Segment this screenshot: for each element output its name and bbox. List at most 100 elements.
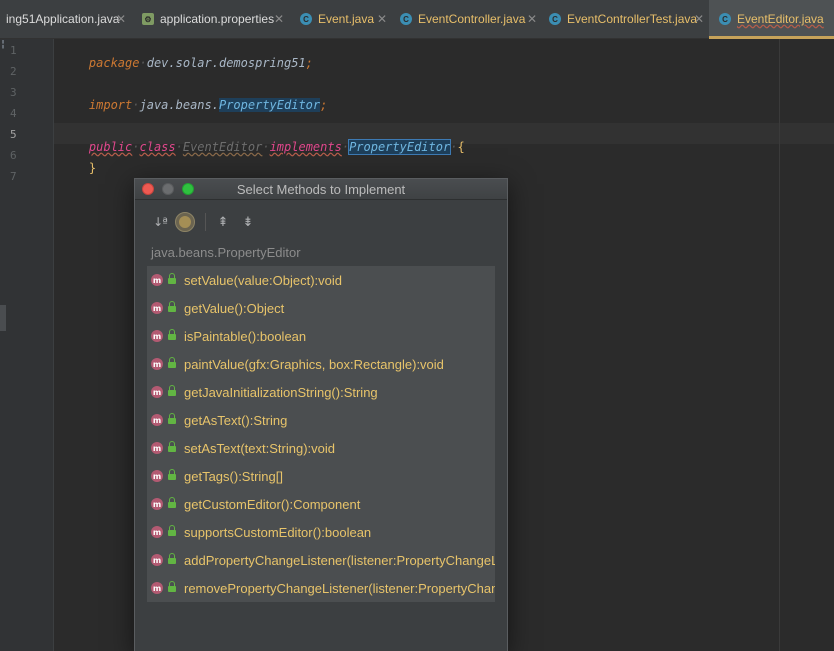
- list-item[interactable]: m getJavaInitializationString():String: [147, 378, 495, 406]
- method-icon: m: [151, 470, 163, 482]
- list-item[interactable]: m setAsText(text:String):void: [147, 434, 495, 462]
- list-item[interactable]: m getTags():String[]: [147, 462, 495, 490]
- close-tab-icon[interactable]: ✕: [694, 12, 704, 26]
- tab-application-properties[interactable]: ⚙ application.properties ✕: [142, 0, 292, 38]
- sort-alpha-icon: ↓ª: [153, 215, 168, 229]
- tab-event-editor-java[interactable]: C EventEditor.java: [709, 0, 834, 39]
- list-item[interactable]: m setValue(value:Object):void: [147, 266, 495, 294]
- tab-label: EventController.java: [418, 12, 526, 26]
- tab-demospring51-application[interactable]: ing51Application.java ✕: [6, 0, 134, 38]
- left-scroll-thumb[interactable]: [0, 305, 6, 331]
- method-signature: getJavaInitializationString():String: [184, 384, 378, 400]
- tab-label: EventControllerTest.java: [567, 12, 698, 26]
- list-item[interactable]: m paintValue(gfx:Graphics, box:Rectangle…: [147, 350, 495, 378]
- tab-label: Event.java: [318, 12, 375, 26]
- method-signature: supportsCustomEditor():boolean: [184, 524, 372, 540]
- expand-all-button[interactable]: ⇞: [212, 211, 234, 233]
- line-number: 7: [10, 170, 17, 183]
- method-signature: setValue(value:Object):void: [184, 272, 343, 288]
- method-list[interactable]: m setValue(value:Object):void m getValue…: [147, 266, 495, 602]
- tab-event-java[interactable]: C Event.java ✕: [300, 0, 392, 38]
- method-icon: m: [151, 498, 163, 510]
- method-signature: getAsText():String: [184, 412, 288, 428]
- method-signature: paintValue(gfx:Graphics, box:Rectangle):…: [184, 356, 444, 372]
- lock-icon: [168, 581, 176, 592]
- toolbar-separator: [205, 213, 206, 231]
- lock-icon: [168, 469, 176, 480]
- code-line-1[interactable]: package·dev.solar.demospring51;: [60, 42, 313, 84]
- line-number: 6: [10, 149, 17, 162]
- open-brace: {: [457, 140, 465, 154]
- code-line-3[interactable]: import·java.beans.PropertyEditor;: [60, 84, 327, 126]
- type-reference: PropertyEditor: [348, 139, 452, 155]
- close-tab-icon[interactable]: ✕: [116, 12, 126, 26]
- lock-icon: [168, 273, 176, 284]
- package-name: java.beans.: [139, 98, 219, 112]
- code-line-6[interactable]: }: [60, 147, 96, 189]
- class-icon: C: [400, 13, 412, 25]
- dialog-titlebar[interactable]: Select Methods to Implement: [135, 179, 507, 200]
- lock-icon: [168, 357, 176, 368]
- class-icon: C: [549, 13, 561, 25]
- method-icon: m: [151, 274, 163, 286]
- class-icon: C: [300, 13, 312, 25]
- line-number: 1: [10, 44, 17, 57]
- keyword: implements: [269, 140, 342, 154]
- list-item[interactable]: m getValue():Object: [147, 294, 495, 322]
- semicolon: ;: [320, 98, 328, 112]
- line-number: 3: [10, 86, 17, 99]
- code-line-5[interactable]: public·class·EventEditor·implements·Prop…: [60, 126, 465, 168]
- tab-label: EventEditor.java: [737, 12, 824, 26]
- list-item[interactable]: m supportsCustomEditor():boolean: [147, 518, 495, 546]
- method-signature: removePropertyChangeListener(listener:Pr…: [184, 580, 495, 596]
- method-icon: m: [151, 302, 163, 314]
- method-icon: m: [151, 414, 163, 426]
- interface-name: java.beans.PropertyEditor: [151, 245, 301, 260]
- collapse-all-icon: ⇟: [242, 214, 254, 230]
- lock-icon: [168, 329, 176, 340]
- list-item[interactable]: m isPaintable():boolean: [147, 322, 495, 350]
- close-tab-icon[interactable]: ✕: [527, 12, 537, 26]
- dialog-toolbar: ↓ª ⇞ ⇟: [149, 211, 262, 233]
- right-margin-guide: [779, 39, 780, 651]
- lock-icon: [168, 441, 176, 452]
- list-item[interactable]: m getAsText():String: [147, 406, 495, 434]
- collapse-all-button[interactable]: ⇟: [237, 211, 259, 233]
- keyword: package: [88, 56, 140, 70]
- method-icon: m: [151, 358, 163, 370]
- line-number: 4: [10, 107, 17, 120]
- lock-icon: [168, 497, 176, 508]
- list-item[interactable]: m addPropertyChangeListener(listener:Pro…: [147, 546, 495, 574]
- class-icon: C: [719, 13, 731, 25]
- dialog-title: Select Methods to Implement: [236, 182, 406, 197]
- class-name: EventEditor: [182, 140, 263, 154]
- gutter-mark: ¦: [0, 39, 7, 50]
- method-signature: setAsText(text:String):void: [184, 440, 335, 456]
- tab-event-controller-java[interactable]: C EventController.java ✕: [400, 0, 542, 38]
- keyword: import: [88, 98, 133, 112]
- tab-event-controller-test-java[interactable]: C EventControllerTest.java ✕: [549, 0, 709, 38]
- line-number: 2: [10, 65, 17, 78]
- tab-label: ing51Application.java: [6, 12, 120, 26]
- sort-alphabetically-button[interactable]: ↓ª: [149, 211, 171, 233]
- close-tab-icon[interactable]: ✕: [274, 12, 284, 26]
- lock-icon: [168, 553, 176, 564]
- select-methods-dialog: Select Methods to Implement ↓ª ⇞ ⇟ java.…: [134, 178, 508, 651]
- method-icon: m: [151, 330, 163, 342]
- semicolon: ;: [305, 56, 313, 70]
- list-item[interactable]: m removePropertyChangeListener(listener:…: [147, 574, 495, 602]
- show-classes-icon: [175, 212, 195, 232]
- method-icon: m: [151, 582, 163, 594]
- method-icon: m: [151, 526, 163, 538]
- type-reference: PropertyEditor: [218, 98, 321, 112]
- show-classes-toggle[interactable]: [174, 211, 196, 233]
- list-item[interactable]: m getCustomEditor():Component: [147, 490, 495, 518]
- editor-tab-bar: ing51Application.java ✕ ⚙ application.pr…: [0, 0, 834, 39]
- lock-icon: [168, 301, 176, 312]
- method-icon: m: [151, 554, 163, 566]
- close-tab-icon[interactable]: ✕: [377, 12, 387, 26]
- line-number-gutter: ¦ 1 2 3 4 5 6 7: [0, 39, 54, 651]
- package-name: dev.solar.demospring51: [146, 56, 306, 70]
- method-icon: m: [151, 442, 163, 454]
- properties-icon: ⚙: [142, 13, 154, 25]
